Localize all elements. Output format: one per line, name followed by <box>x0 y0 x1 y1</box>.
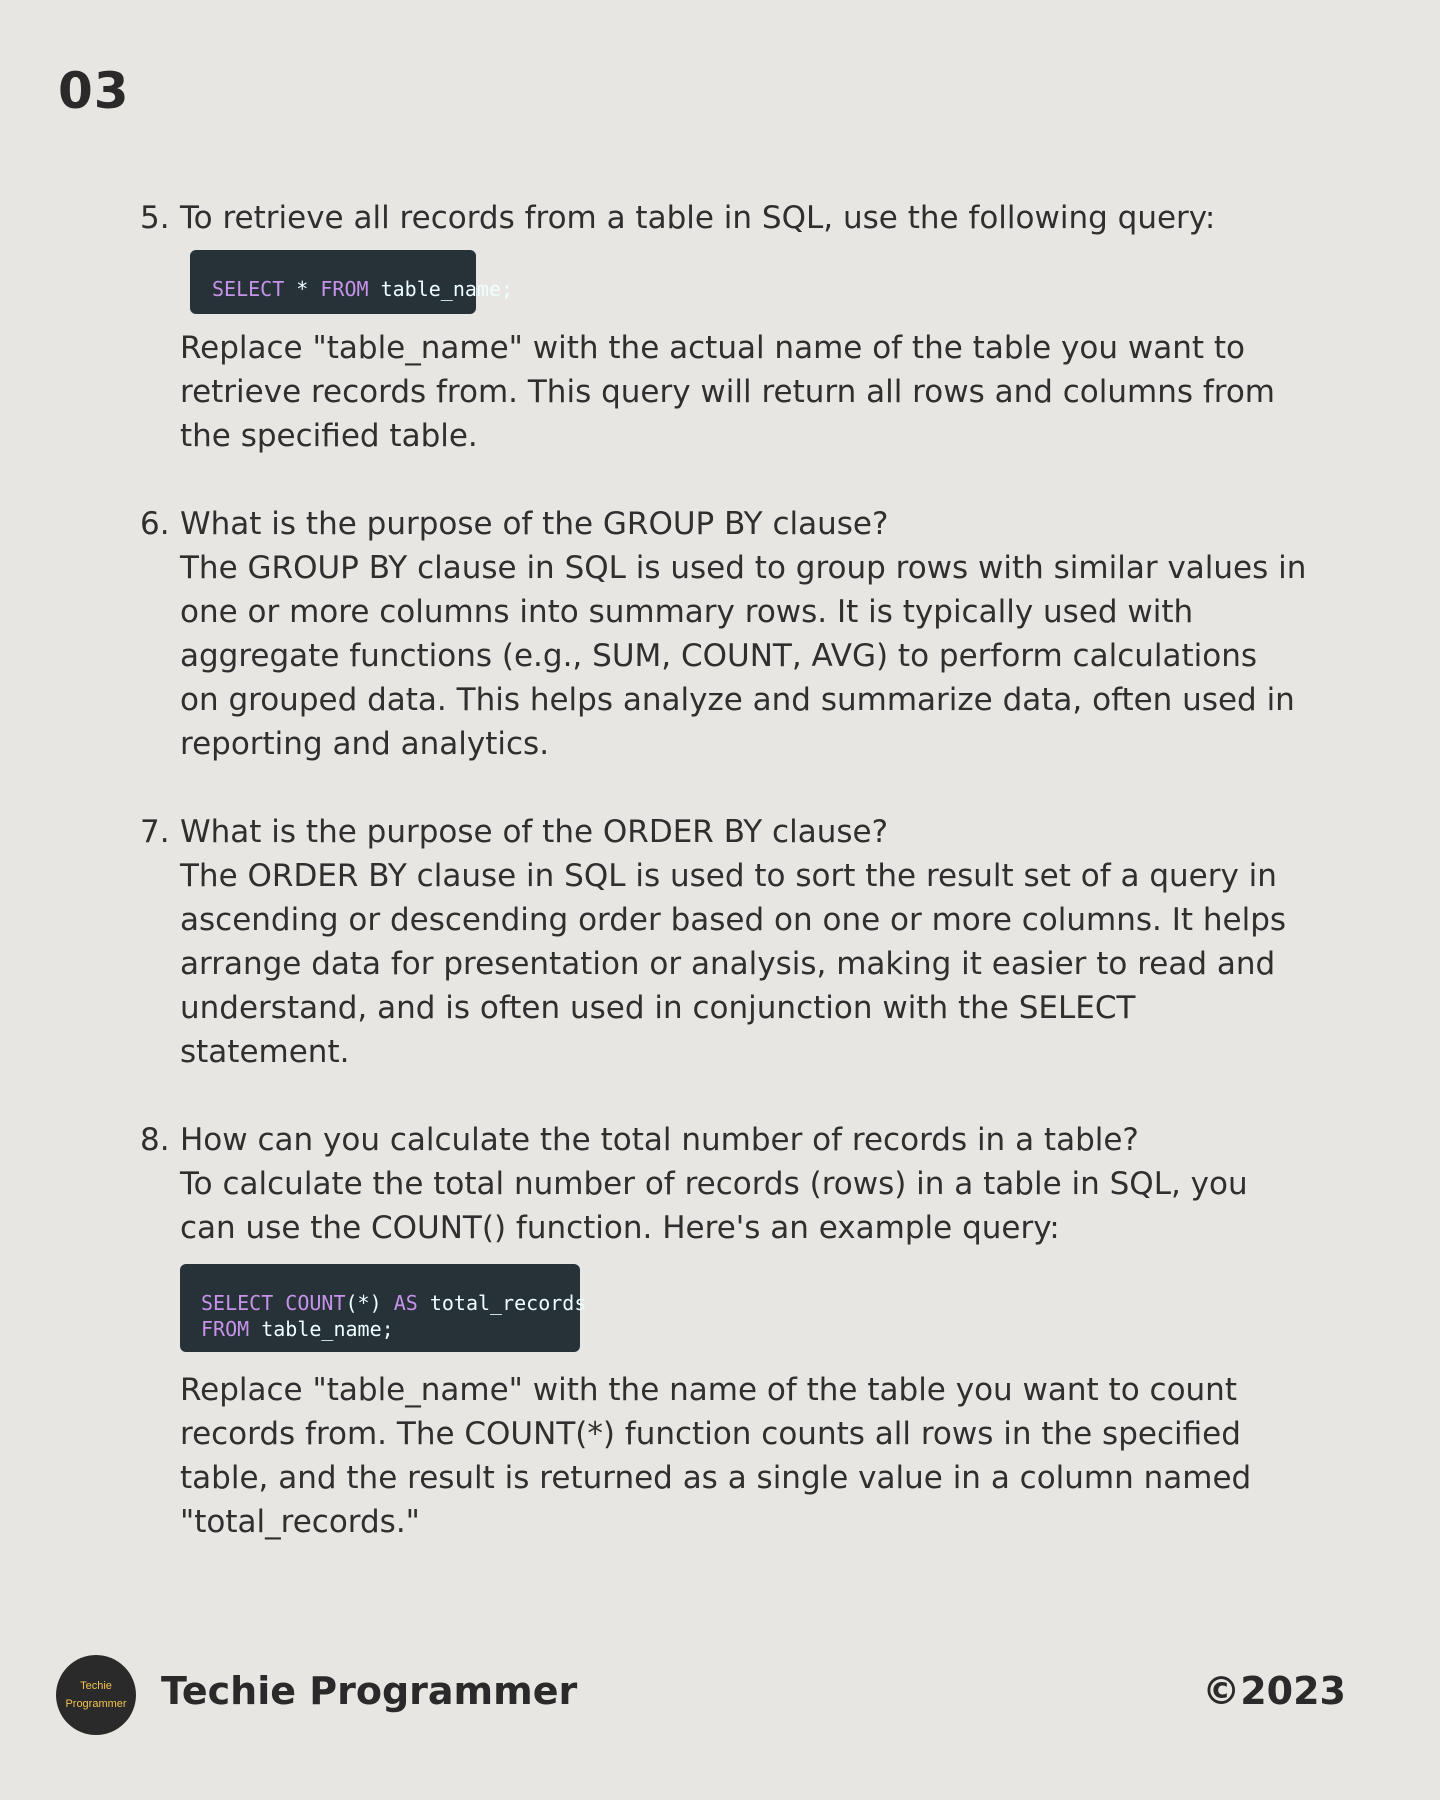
code-block: SELECT * FROM table_name; <box>190 250 513 314</box>
code-text: table_name; <box>249 1317 394 1341</box>
logo-text: Programmer <box>65 1698 127 1710</box>
item-question: To retrieve all records from a table in … <box>180 200 1216 236</box>
code-block: SELECT COUNT(*) AS total_records FROM ta… <box>180 1264 586 1352</box>
code-keyword: FROM <box>201 1317 250 1341</box>
item-explanation: Replace "table_name" with the actual nam… <box>180 330 1276 454</box>
brand-logo: Techie Programmer <box>56 1655 136 1735</box>
qa-item-8: 8. How can you calculate the total numbe… <box>140 1118 1340 1544</box>
item-question: What is the purpose of the GROUP BY clau… <box>180 506 889 542</box>
item-number: 6. <box>140 506 170 542</box>
code-text: total_records <box>417 1291 587 1315</box>
item-answer: The ORDER BY clause in SQL is used to so… <box>180 858 1287 1070</box>
page-number: 03 <box>58 62 130 120</box>
code-text: * <box>284 277 321 301</box>
item-number: 7. <box>140 814 170 850</box>
code-keyword: AS <box>393 1291 418 1315</box>
qa-item-5: 5. To retrieve all records from a table … <box>140 196 1340 458</box>
item-number: 5. <box>140 200 170 236</box>
code-text: (*) <box>345 1291 394 1315</box>
item-answer: To calculate the total number of records… <box>180 1166 1248 1246</box>
code-keyword: SELECT <box>201 1291 274 1315</box>
copyright: ©2023 <box>1202 1669 1346 1713</box>
item-explanation: Replace "table_name" with the name of th… <box>180 1372 1252 1540</box>
code-keyword: SELECT <box>212 277 285 301</box>
qa-list: 5. To retrieve all records from a table … <box>140 196 1340 1544</box>
code-text: table_name; <box>368 277 514 301</box>
item-number: 8. <box>140 1122 170 1158</box>
item-question: How can you calculate the total number o… <box>180 1122 1139 1158</box>
code-keyword: COUNT <box>285 1291 346 1315</box>
qa-item-6: 6. What is the purpose of the GROUP BY c… <box>140 502 1340 766</box>
code-keyword: FROM <box>320 277 369 301</box>
brand-name: Techie Programmer <box>161 1669 578 1713</box>
item-answer: The GROUP BY clause in SQL is used to gr… <box>180 550 1307 762</box>
qa-item-7: 7. What is the purpose of the ORDER BY c… <box>140 810 1340 1074</box>
item-question: What is the purpose of the ORDER BY clau… <box>180 814 889 850</box>
footer: Techie Programmer Techie Programmer ©202… <box>56 1655 1346 1735</box>
logo-text: Techie <box>80 1680 112 1692</box>
